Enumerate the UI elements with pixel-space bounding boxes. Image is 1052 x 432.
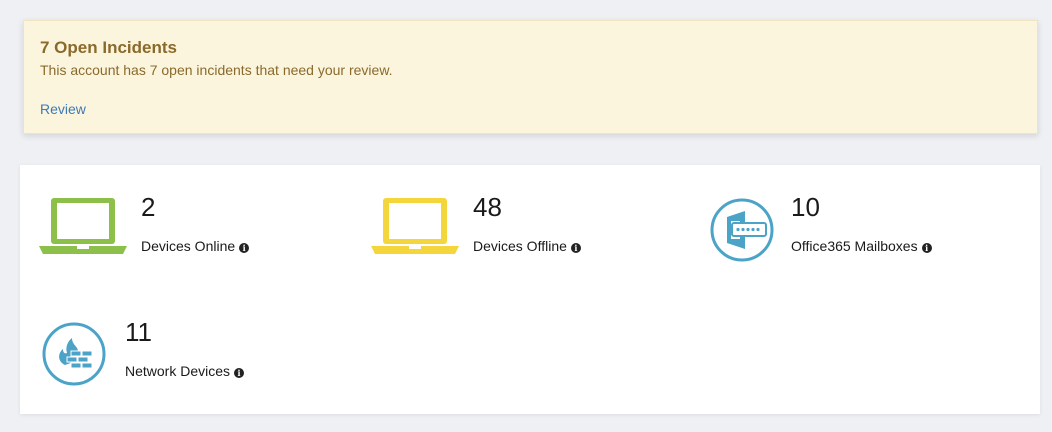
stat-label-text: Network Devices (125, 363, 231, 379)
office365-mailbox-icon (710, 198, 774, 262)
stat-value: 10 (791, 192, 820, 222)
stat-label-text: Devices Online (141, 238, 236, 254)
open-incidents-alert: 7 Open Incidents This account has 7 open… (23, 20, 1038, 134)
stat-label: Network Devices i (125, 362, 245, 380)
stat-label: Devices Offline i (473, 237, 581, 255)
laptop-icon (39, 198, 127, 254)
stat-label: Office365 Mailboxes i (791, 237, 932, 255)
alert-title: 7 Open Incidents (40, 38, 177, 57)
firewall-icon (42, 322, 106, 386)
stat-label: Devices Online i (141, 237, 250, 255)
info-icon[interactable]: i (234, 368, 245, 378)
stat-value: 11 (125, 317, 152, 347)
laptop-icon (371, 198, 459, 254)
device-stats-panel: 2 Devices Onlinei 48 Devices Offlinei (20, 165, 1040, 414)
info-icon[interactable]: i (921, 243, 932, 253)
stat-value: 2 (141, 192, 156, 222)
info-icon[interactable]: i (570, 243, 581, 253)
stat-label-text: Office365 Mailboxes (791, 238, 918, 254)
alert-message: This account has 7 open incidents that n… (40, 62, 393, 78)
stat-value: 48 (473, 192, 502, 222)
info-icon[interactable]: i (239, 243, 250, 253)
stat-label-text: Devices Offline (473, 238, 567, 254)
review-link[interactable]: Review (40, 101, 86, 117)
